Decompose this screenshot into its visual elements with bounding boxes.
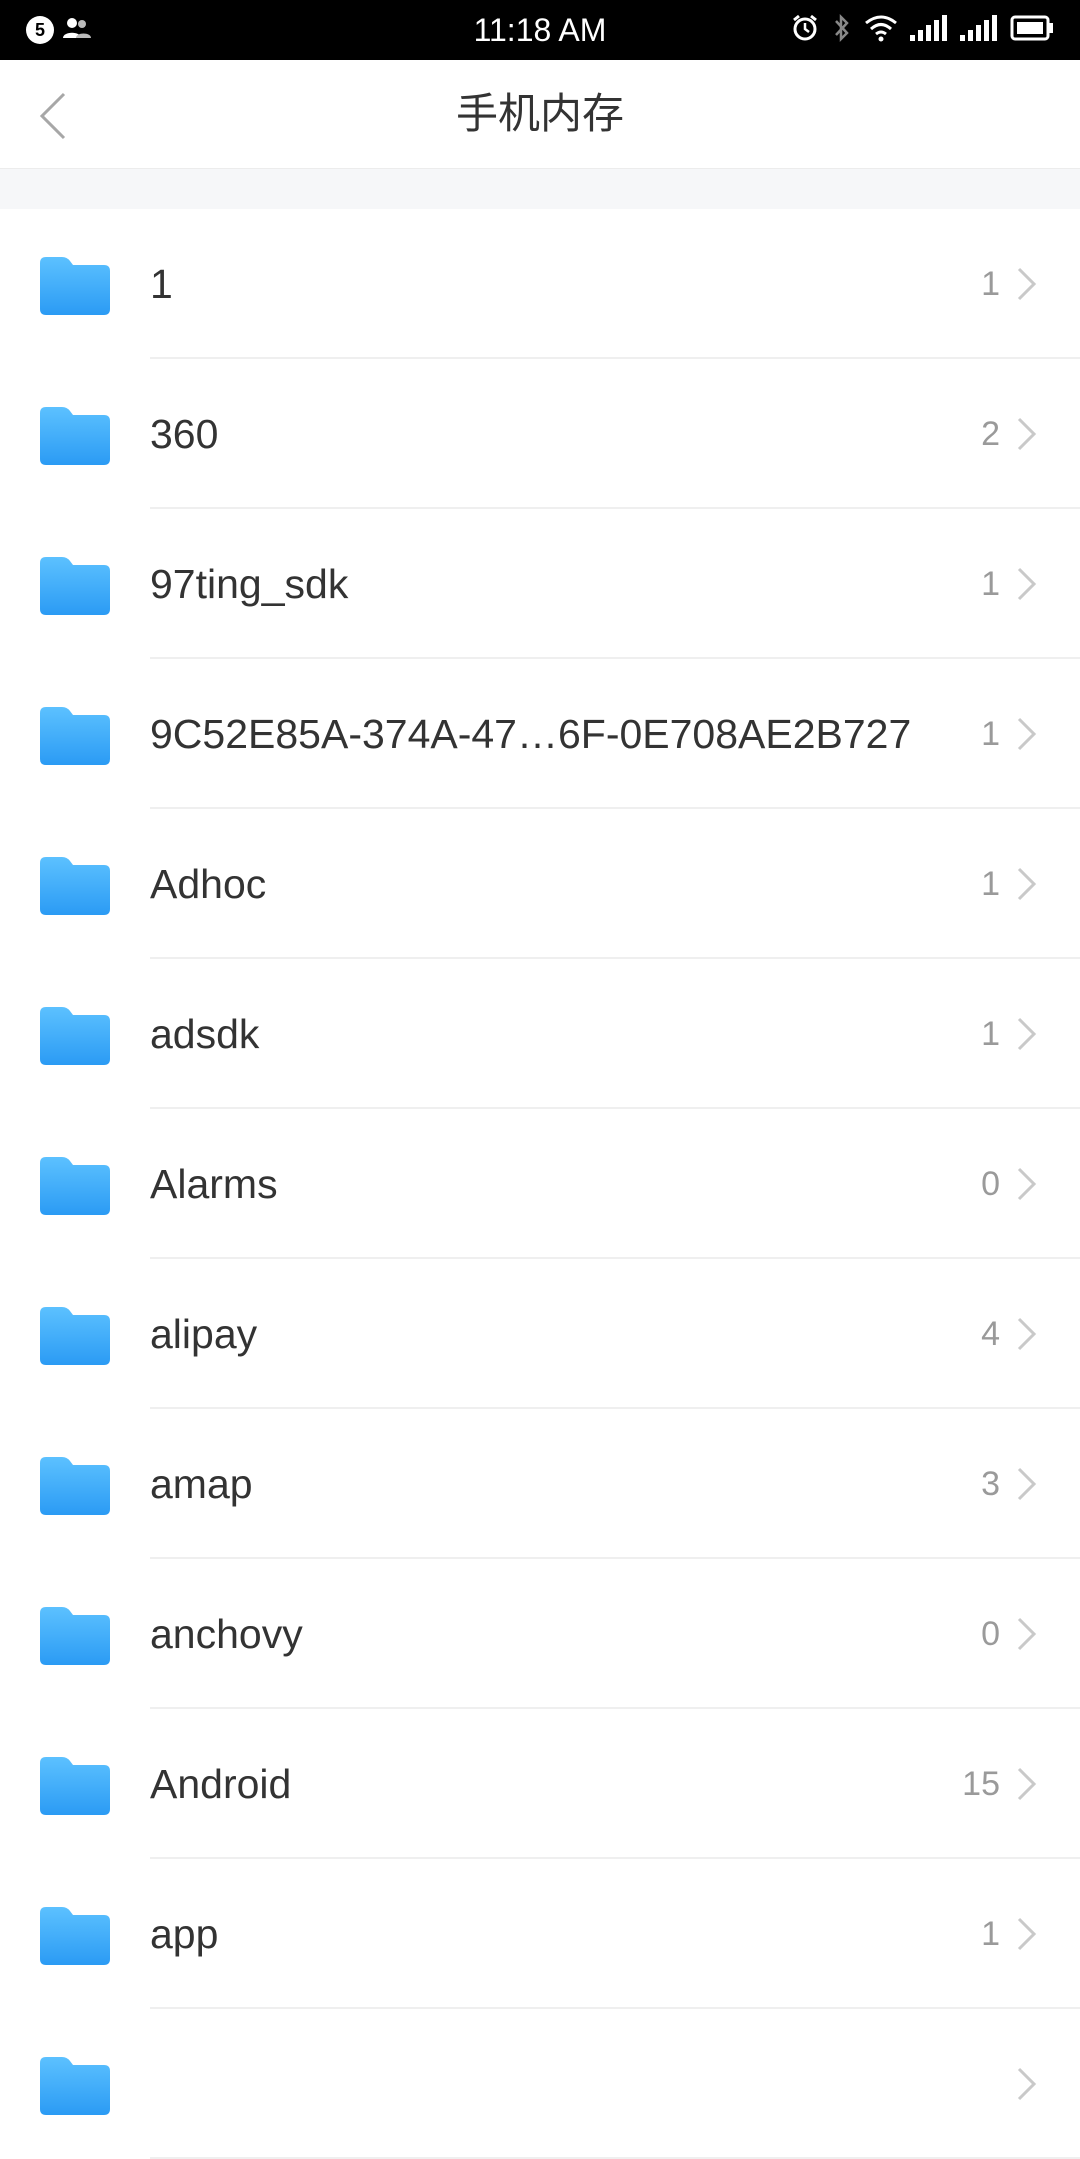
page-title: 手机内存 — [455, 90, 624, 137]
folder-icon — [40, 257, 110, 315]
header: 手机内存 — [0, 60, 1080, 169]
folder-item-count: 1 — [981, 1915, 1000, 1953]
folder-item-count: 1 — [981, 565, 1000, 603]
wifi-icon — [864, 14, 898, 47]
chevron-right-icon — [1016, 1766, 1038, 1802]
folder-icon — [40, 707, 110, 765]
chevron-right-icon — [1016, 1916, 1038, 1952]
chevron-right-icon — [1016, 416, 1038, 452]
folder-name: anchovy — [150, 1611, 303, 1657]
folder-row[interactable]: 360 2 — [0, 359, 1080, 509]
chevron-right-icon — [1016, 1316, 1038, 1352]
folder-item-count: 0 — [981, 1165, 1000, 1203]
folder-name: 1 — [150, 261, 173, 307]
folder-row[interactable]: 11 — [0, 209, 1080, 359]
signal-sim1-icon — [910, 14, 948, 46]
bluetooth-icon — [832, 13, 852, 48]
chevron-right-icon — [1016, 266, 1038, 302]
chevron-right-icon — [1016, 866, 1038, 902]
folder-name: Android — [150, 1761, 292, 1807]
folder-name: 360 — [150, 411, 219, 457]
battery-icon — [1010, 15, 1054, 46]
chevron-right-icon — [1016, 716, 1038, 752]
folder-name: alipay — [150, 1311, 258, 1357]
folder-icon — [40, 1907, 110, 1965]
folder-row[interactable]: Android 15 — [0, 1709, 1080, 1859]
folder-name: Adhoc — [150, 861, 267, 907]
folder-name: 9C52E85A-374A-47…6F-0E708AE2B727 — [150, 711, 912, 757]
folder-item-count: 1 — [981, 265, 1000, 303]
folder-item-count: 1 — [981, 715, 1000, 753]
folder-icon — [40, 857, 110, 915]
folder-row[interactable]: 97ting_sdk 1 — [0, 509, 1080, 659]
folder-item-count: 15 — [962, 1765, 1000, 1803]
alarm-icon — [790, 13, 820, 48]
folder-row[interactable]: alipay 4 — [0, 1259, 1080, 1409]
signal-sim2-icon — [960, 14, 998, 46]
folder-item-count: 1 — [981, 865, 1000, 903]
folder-row[interactable]: app 1 — [0, 1859, 1080, 2009]
folder-icon — [40, 1607, 110, 1665]
folder-name: 97ting_sdk — [150, 561, 349, 607]
folder-row[interactable]: Adhoc 1 — [0, 809, 1080, 959]
status-bar: 5 11:18 AM — [0, 0, 1080, 60]
folder-row[interactable]: 9C52E85A-374A-47…6F-0E708AE2B727 1 — [0, 659, 1080, 809]
folder-item-count: 2 — [981, 415, 1000, 453]
folder-icon — [40, 1307, 110, 1365]
folder-name: Alarms — [150, 1161, 278, 1207]
chevron-right-icon — [1016, 566, 1038, 602]
folder-row[interactable] — [0, 2009, 1080, 2159]
folder-list: 1 1 360 2 97ting_sdk 1 9C52E85A-374A-47…6F-0E7… — [0, 209, 1080, 2159]
folder-icon — [40, 1007, 110, 1065]
status-right — [790, 13, 1054, 48]
folder-row[interactable]: adsdk 1 — [0, 959, 1080, 1109]
chevron-right-icon — [1016, 2066, 1038, 2102]
chevron-right-icon — [1016, 1166, 1038, 1202]
chevron-right-icon — [1016, 1616, 1038, 1652]
folder-row[interactable]: anchovy 0 — [0, 1559, 1080, 1709]
folder-icon — [40, 1457, 110, 1515]
chevron-right-icon — [1016, 1016, 1038, 1052]
chevron-right-icon — [1016, 1466, 1038, 1502]
folder-name: adsdk — [150, 1011, 260, 1057]
folder-icon — [40, 2057, 110, 2115]
folder-row[interactable]: amap 3 — [0, 1409, 1080, 1559]
folder-item-count: 0 — [981, 1615, 1000, 1653]
folder-icon — [40, 1157, 110, 1215]
folder-name: app — [150, 1911, 219, 1957]
folder-item-count: 4 — [981, 1315, 1000, 1353]
folder-item-count: 1 — [981, 1015, 1000, 1053]
folder-icon — [40, 557, 110, 615]
folder-name: amap — [150, 1461, 253, 1507]
folder-item-count: 3 — [981, 1465, 1000, 1503]
folder-icon — [40, 1757, 110, 1815]
section-gap — [0, 169, 1080, 209]
folder-row[interactable]: Alarms 0 — [0, 1109, 1080, 1259]
folder-icon — [40, 407, 110, 465]
